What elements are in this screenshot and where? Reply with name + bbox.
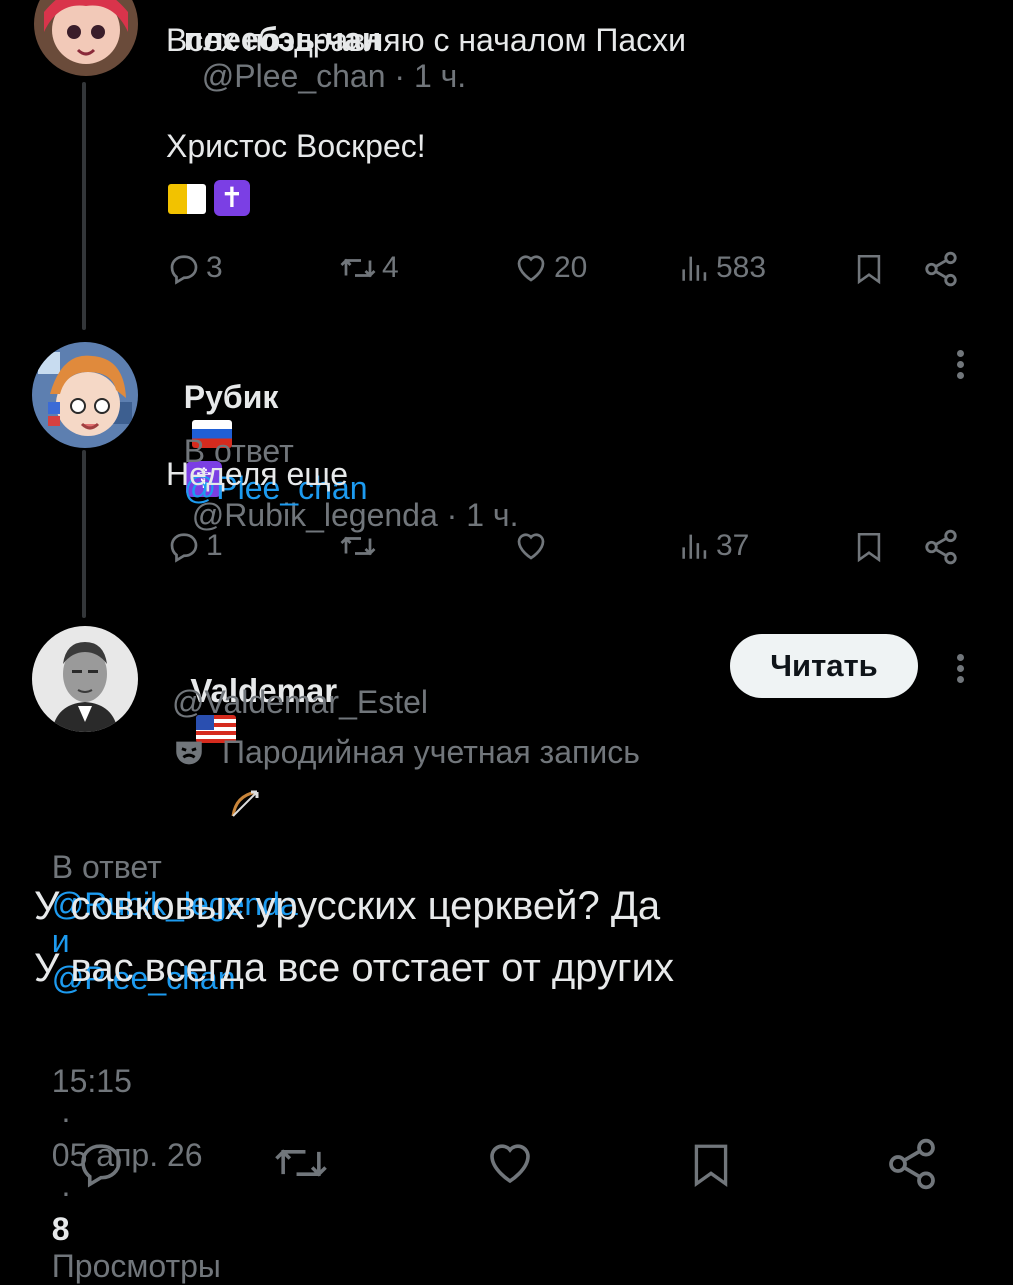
avatar-plee-chan[interactable] [34,0,138,76]
tweet1-share-action[interactable] [922,250,960,288]
tweet1-like-action[interactable]: 20 [512,250,587,286]
retweet-icon [340,536,376,556]
tweet1-emojis: ✝ [168,180,250,216]
like-icon [490,1144,530,1184]
tweet2-more-icon[interactable] [954,346,966,383]
bookmark-icon [857,532,881,563]
parody-row: Пародийная учетная запись [172,734,640,771]
tweet1-like-count: 20 [554,251,588,284]
reply-icon [170,255,198,285]
tweet1-line2: Христос Воскрес! [166,128,426,164]
tweet1-reply-count: 3 [206,251,223,284]
main-handle[interactable]: @Valdemar_Estel [172,684,428,721]
main-views-count: 8 [51,1211,70,1247]
tweet1-reply-action[interactable]: 3 [166,250,223,286]
retweet-icon [275,1149,327,1177]
tweet1-retweet-count: 4 [382,251,399,284]
cross-emoji: ✝ [214,180,250,216]
tweet1-bookmark-action[interactable] [852,250,886,288]
bookmark-icon [857,254,881,285]
reply-icon [170,533,198,563]
thread-line-top [82,82,86,330]
main-time[interactable]: 15:15 [52,1063,132,1099]
main-body-line2: У вас всегда все отстает от других [34,946,674,990]
avatar-rubik[interactable] [32,342,138,448]
tweet2-reply-action[interactable]: 1 [166,528,223,564]
main-reply-action[interactable] [74,1136,128,1190]
retweet-icon [340,258,376,278]
parody-mask-icon [176,741,202,764]
main-retweet-action[interactable] [272,1136,330,1190]
vatican-flag-emoji [168,184,206,214]
share-icon [925,529,957,565]
main-views-label: Просмотры [51,1248,221,1284]
tweet2-body: Неделя еще [166,456,349,492]
views-icon [682,256,707,281]
tweet1-handle[interactable]: @Plee_chan · 1 ч. [202,58,466,94]
main-body-line1: У совковых урусских церквей? Да [34,884,661,928]
tweet2-like-action[interactable] [512,528,550,564]
share-icon [925,251,957,287]
bookmark-icon [694,1144,728,1187]
parody-label: Пародийная учетная запись [222,734,640,770]
tweet2-bookmark-action[interactable] [852,528,886,566]
main-share-action[interactable] [884,1136,940,1192]
main-more-icon[interactable] [954,650,966,687]
tweet2-retweet-action[interactable] [338,528,378,564]
like-icon [517,255,545,282]
follow-button[interactable]: Читать [730,634,918,698]
main-bookmark-action[interactable] [686,1136,736,1194]
views-icon [682,534,707,559]
tweet2-views-action[interactable]: 37 [678,528,749,564]
thread-line-middle [82,450,86,618]
tweet1-retweet-action[interactable]: 4 [338,250,399,286]
avatar-valdemar[interactable] [32,626,138,732]
main-like-action[interactable] [482,1136,538,1190]
tweet1-view-count: 583 [716,251,767,284]
share-icon [889,1138,935,1190]
like-icon [517,533,545,560]
tweet2-view-count: 37 [716,529,750,562]
tweet2-share-action[interactable] [922,528,960,566]
tweet1-line1: Всех поздравляю с началом Пасхи [166,22,686,58]
main-reply-prefix: В ответ [51,849,162,885]
reply-icon [81,1144,121,1188]
tweet2-reply-count: 1 [206,529,223,562]
tweet1-views-action[interactable]: 583 [678,250,766,286]
